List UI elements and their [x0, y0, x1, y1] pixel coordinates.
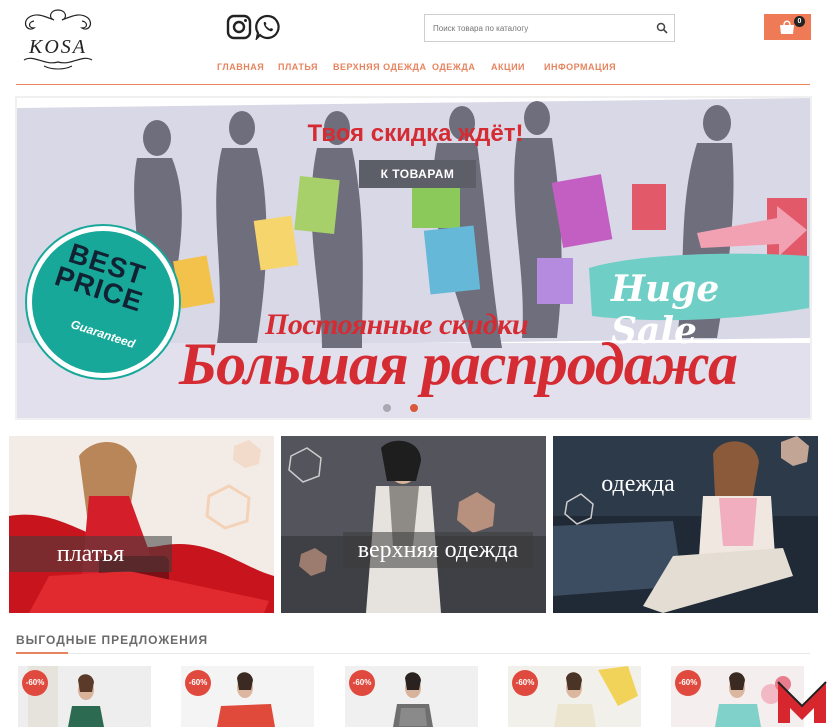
product-card[interactable]: -60%	[345, 666, 478, 727]
best-price-badge: BEST PRICE Guaranteed	[27, 226, 179, 378]
product-card[interactable]: -60%	[181, 666, 314, 727]
offers-title-underline	[16, 652, 68, 654]
hero-banner[interactable]: Твоя скидка ждёт! К ТОВАРАМ Huge Sale По…	[15, 96, 812, 420]
nav-divider	[16, 84, 810, 85]
category-label-dresses: платья	[9, 536, 172, 572]
search-box[interactable]	[424, 14, 675, 42]
instagram-icon[interactable]	[226, 14, 252, 40]
nav-item-info[interactable]: ИНФОРМАЦИЯ	[544, 62, 616, 72]
product-card[interactable]: -60%	[18, 666, 151, 727]
category-dresses-photo	[9, 436, 274, 613]
category-clothing-photo	[553, 436, 818, 613]
whatsapp-icon[interactable]	[255, 14, 281, 42]
discount-badge: -60%	[675, 670, 701, 696]
category-label-outerwear: верхняя одежда	[343, 532, 533, 568]
discount-badge: -60%	[185, 670, 211, 696]
category-tile-clothing[interactable]: одежда	[553, 436, 818, 613]
main-nav: ГЛАВНАЯ ПЛАТЬЯ ВЕРХНЯЯ ОДЕЖДА ОДЕЖДА АКЦ…	[0, 62, 831, 78]
offers-divider	[16, 653, 810, 654]
offers-section-title: ВЫГОДНЫЕ ПРЕДЛОЖЕНИЯ	[16, 633, 209, 647]
nav-item-home[interactable]: ГЛАВНАЯ	[217, 62, 264, 72]
to-products-button[interactable]: К ТОВАРАМ	[359, 160, 476, 188]
product-card[interactable]: -60%	[508, 666, 641, 727]
m-watermark-icon	[777, 681, 827, 723]
discount-badge: -60%	[512, 670, 538, 696]
category-label-clothing: одежда	[601, 471, 675, 497]
banner-title: Большая распродажа	[179, 331, 738, 397]
nav-item-clothing[interactable]: ОДЕЖДА	[432, 62, 475, 72]
category-outerwear-photo	[281, 436, 546, 613]
slider-dot-1[interactable]	[383, 404, 391, 412]
category-tile-dresses[interactable]: платья	[9, 436, 274, 613]
banner-promo-text: Твоя скидка ждёт!	[307, 120, 524, 147]
discount-badge: -60%	[22, 670, 48, 696]
cart-button[interactable]: 0	[764, 14, 811, 40]
category-tile-outerwear[interactable]: верхняя одежда	[281, 436, 546, 613]
discount-badge: -60%	[349, 670, 375, 696]
nav-item-sales[interactable]: АКЦИИ	[491, 62, 525, 72]
logo-text: KOSA	[29, 36, 87, 58]
nav-item-outerwear[interactable]: ВЕРХНЯЯ ОДЕЖДА	[333, 62, 426, 72]
search-icon[interactable]	[656, 22, 668, 34]
nav-item-dresses[interactable]: ПЛАТЬЯ	[278, 62, 318, 72]
slider-dot-2-active[interactable]	[410, 404, 418, 412]
search-input[interactable]	[425, 15, 647, 41]
cart-count-badge: 0	[794, 16, 805, 27]
